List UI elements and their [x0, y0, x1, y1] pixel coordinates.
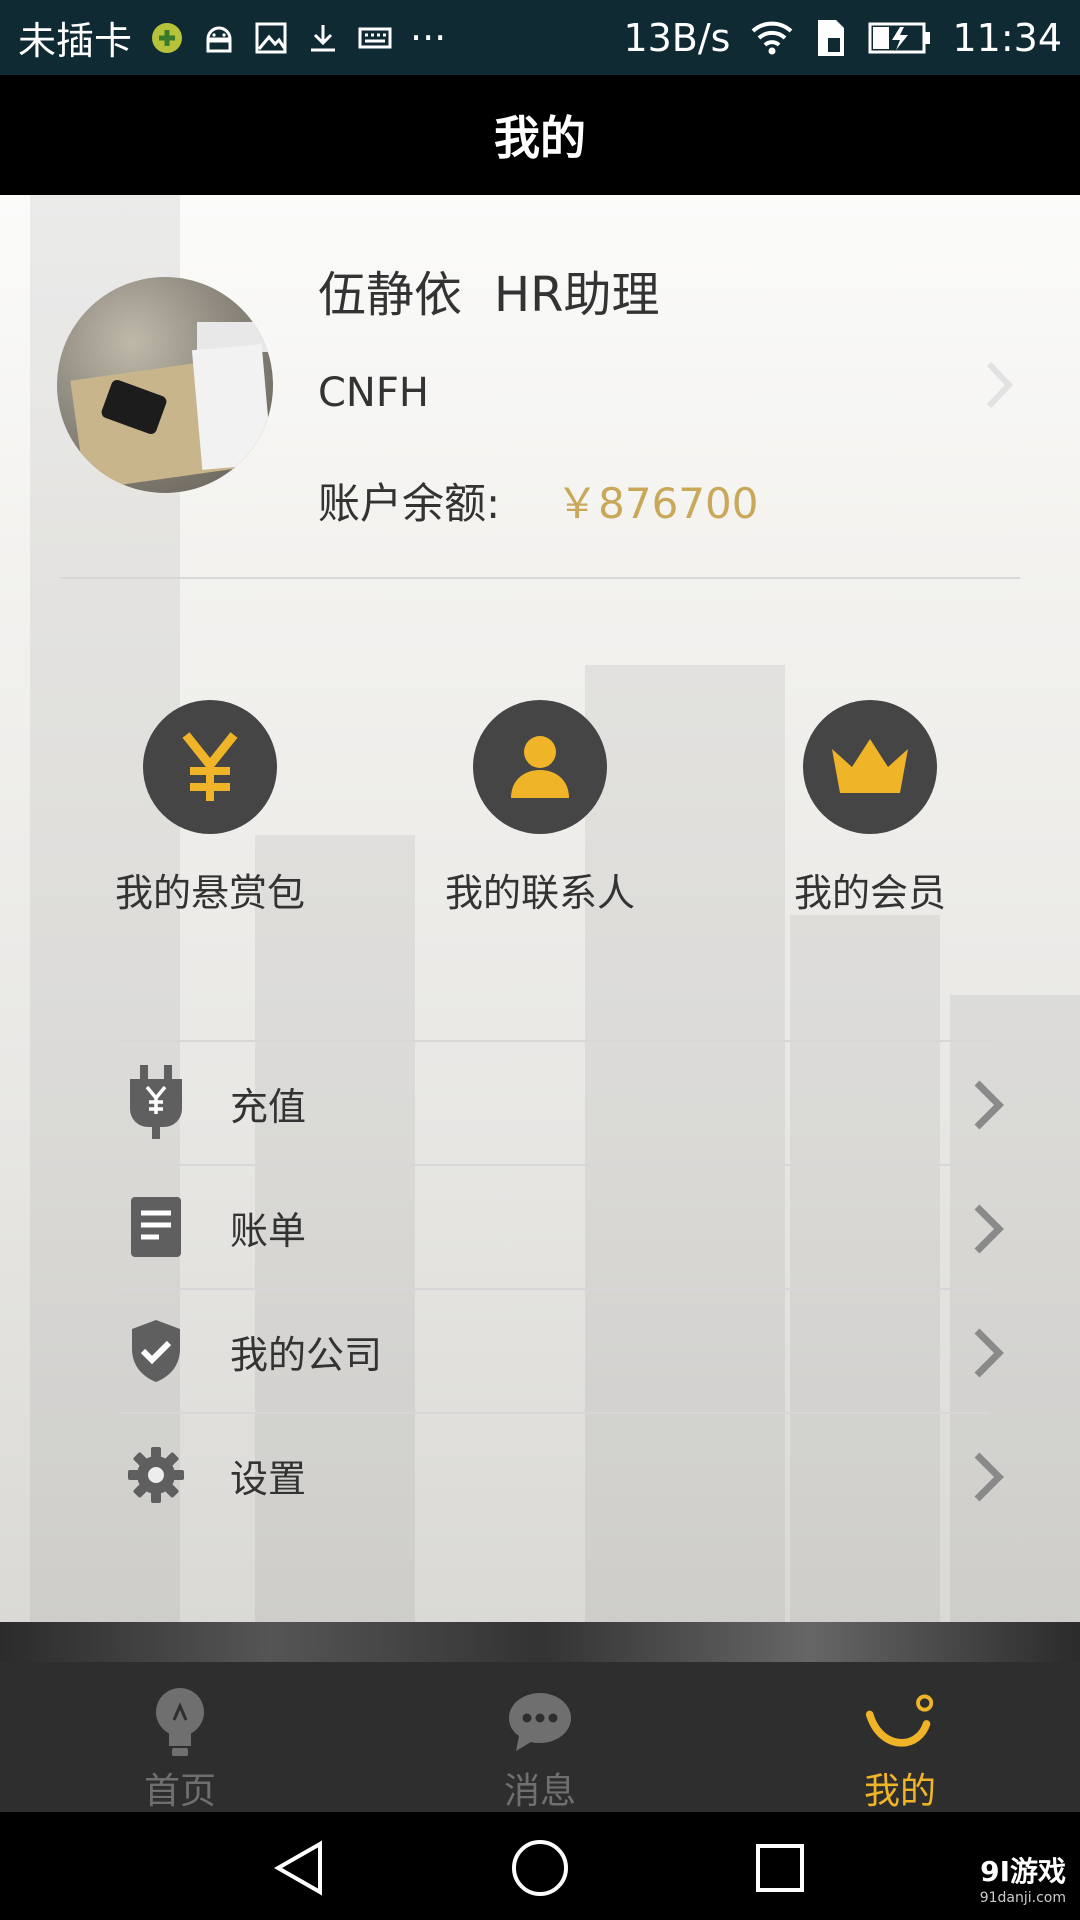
tab-mine[interactable]: 我的: [790, 1662, 1010, 1812]
tab-label: 消息: [503, 1771, 576, 1812]
menu-item-settings[interactable]: 设置: [120, 1412, 1004, 1536]
chevron-right-icon: [974, 1328, 1004, 1378]
image-icon: [255, 22, 287, 53]
divider: [60, 577, 1020, 579]
quick-action-contacts[interactable]: 我的联系人: [410, 700, 670, 917]
quick-action-bounty[interactable]: 我的悬赏包: [80, 700, 340, 917]
status-bar: 未插卡 ··· 13B/s 11:34: [0, 0, 1080, 75]
download-icon: [311, 24, 336, 51]
city-photo-strip: [0, 1622, 1080, 1662]
tab-label: 我的: [863, 1771, 936, 1812]
company-name: CNFH: [318, 370, 429, 416]
quick-action-circle: [473, 700, 607, 834]
back-icon[interactable]: [270, 1838, 330, 1898]
menu-item-my-company[interactable]: 我的公司: [120, 1288, 1004, 1412]
quick-action-label: 我的会员: [793, 871, 946, 915]
watermark: 9Ⅰ游戏 91danji.com: [980, 1850, 1066, 1906]
android-icon: [206, 26, 232, 52]
profile-name-row[interactable]: 伍静依 HR助理: [318, 255, 659, 325]
chat-icon: [509, 1693, 571, 1751]
balance-amount: ￥876700: [556, 479, 759, 528]
user-name: 伍静依: [318, 267, 463, 323]
menu-item-bills[interactable]: 账单: [120, 1164, 1004, 1288]
bottom-nav: 首页 消息 我的: [0, 1662, 1080, 1812]
balance-row: 账户余额: ￥876700: [318, 470, 759, 531]
recents-icon[interactable]: [750, 1838, 810, 1898]
chevron-right-icon: [974, 1204, 1004, 1254]
menu-label: 设置: [230, 1456, 307, 1501]
menu-list: 充值 账单 我的公司 设置: [120, 1040, 1004, 1536]
shield-check-icon: [132, 1320, 180, 1382]
gear-icon: [128, 1447, 184, 1503]
home-icon[interactable]: [510, 1838, 570, 1898]
menu-item-recharge[interactable]: 充值: [120, 1040, 1004, 1164]
more-indicator: ···: [410, 15, 447, 60]
screen: 未插卡 ··· 13B/s 11:34 我的 伍静依 HR助理 CNFH 账户余…: [0, 0, 1080, 1920]
watermark-sub: 91danji.com: [979, 1890, 1066, 1906]
person-icon: [511, 736, 569, 798]
crown-icon: [832, 739, 908, 793]
app-bar: 我的: [0, 75, 1080, 195]
quick-action-circle: [143, 700, 277, 834]
quick-action-label: 我的悬赏包: [114, 871, 305, 915]
menu-label: 充值: [230, 1084, 307, 1129]
sim-icon: [818, 19, 845, 56]
chevron-right-icon: [974, 1080, 1004, 1130]
quick-action-membership[interactable]: 我的会员: [740, 700, 1000, 917]
chevron-right-icon: [974, 1452, 1004, 1502]
plug-yen-icon: [130, 1065, 182, 1139]
app-plus-icon: [152, 22, 183, 53]
tab-label: 首页: [143, 1771, 216, 1812]
yen-icon: [182, 732, 238, 801]
chevron-right-icon[interactable]: [985, 360, 1015, 410]
carrier-text: 未插卡: [18, 19, 133, 63]
bulb-icon: [156, 1688, 204, 1756]
avatar[interactable]: [57, 277, 273, 493]
tab-home[interactable]: 首页: [70, 1662, 290, 1812]
battery-charging-icon: [868, 22, 931, 53]
keyboard-icon: [358, 27, 392, 48]
wifi-icon: [752, 21, 793, 54]
balance-label: 账户余额:: [318, 479, 501, 528]
quick-action-circle: [803, 700, 937, 834]
menu-label: 账单: [230, 1208, 307, 1253]
document-icon: [131, 1197, 181, 1257]
clock: 11:34: [952, 15, 1062, 60]
tab-messages[interactable]: 消息: [430, 1662, 650, 1812]
network-speed: 13B/s: [623, 15, 731, 60]
system-nav-bar: 9Ⅰ游戏 91danji.com: [0, 1812, 1080, 1920]
user-position: HR助理: [494, 267, 660, 323]
smile-icon: [865, 1694, 934, 1747]
watermark-main: 9Ⅰ游戏: [980, 1855, 1066, 1888]
page-title: 我的: [494, 111, 586, 165]
menu-label: 我的公司: [230, 1332, 383, 1377]
quick-action-label: 我的联系人: [444, 871, 635, 915]
